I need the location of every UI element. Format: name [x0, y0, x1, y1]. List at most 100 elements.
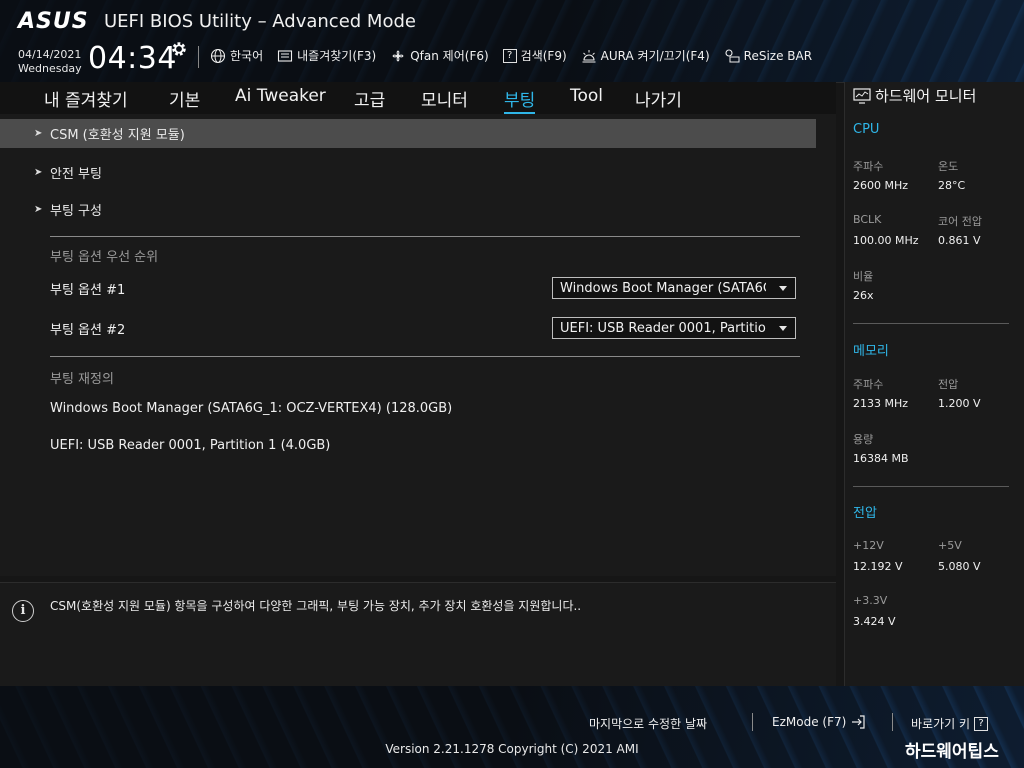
search-label: 검색(F9) [520, 49, 567, 63]
language-label: 한국어 [230, 49, 264, 63]
submenu-arrow-icon: ➤ [34, 167, 43, 178]
search-help-icon: ? [502, 48, 517, 63]
voltage-5v-value: 5.080 V [938, 560, 981, 573]
cpu-heading: CPU [853, 122, 880, 137]
favorites-label: 내즐겨찾기(F3) [297, 49, 377, 63]
info-icon: i [12, 600, 34, 622]
version-copyright: Version 2.21.1278 Copyright (C) 2021 AMI [385, 742, 639, 756]
aura-button[interactable]: AURA 켜기/끄기(F4) [581, 47, 710, 64]
toolbar: 한국어 내즐겨찾기(F3) Qfan 제어(F6) ? 검색(F9) AURA … [210, 47, 812, 64]
bclk-label: BCLK [853, 213, 882, 226]
menu-item-csm[interactable]: ➤ CSM (호환성 지원 모듈) [0, 119, 816, 148]
header-bar: ASUS UEFI BIOS Utility – Advanced Mode 0… [0, 0, 1024, 83]
core-voltage-value: 0.861 V [938, 234, 981, 247]
memory-voltage-label: 전압 [938, 378, 959, 391]
boot-override-usb[interactable]: UEFI: USB Reader 0001, Partition 1 (4.0G… [50, 438, 330, 453]
resize-bar-button[interactable]: ReSize BAR [724, 47, 812, 64]
help-text: CSM(호환성 지원 모듈) 항목을 구성하여 다양한 그래픽, 부팅 가능 장… [50, 599, 582, 613]
boot-option-1-value: Windows Boot Manager (SATA6G [560, 281, 766, 296]
help-description-panel: i CSM(호환성 지원 모듈) 항목을 구성하여 다양한 그래픽, 부팅 가능… [0, 582, 836, 687]
ezmode-button[interactable]: EzMode (F7) [772, 715, 866, 729]
resize-bar-label: ReSize BAR [743, 48, 813, 63]
main-nav: 내 즐겨찾기 기본 Ai Tweaker 고급 모니터 부팅 Tool 나가기 [0, 82, 836, 114]
hotkeys-label: 바로가기 키 [911, 717, 971, 731]
section-divider [50, 236, 800, 237]
cpu-temperature-value: 28°C [938, 179, 966, 192]
ratio-label: 비율 [853, 270, 874, 283]
core-voltage-label: 코어 전압 [938, 215, 982, 228]
qfan-label: Qfan 제어(F6) [410, 49, 489, 63]
hotkeys-button[interactable]: 바로가기 키 ? [911, 715, 989, 732]
section-divider [50, 356, 800, 357]
dropdown-caret-icon [779, 286, 787, 291]
memory-frequency-label: 주파수 [853, 378, 884, 391]
footer-separator [892, 713, 893, 731]
menu-item-label: CSM (호환성 지원 모듈) [50, 128, 185, 143]
boot-settings-panel: ➤ CSM (호환성 지원 모듈) ➤ 안전 부팅 ➤ 부팅 구성 부팅 옵션 … [0, 114, 836, 576]
voltage-12v-value: 12.192 V [853, 560, 903, 573]
tab-exit[interactable]: 나가기 [635, 86, 682, 111]
menu-item-secure-boot[interactable]: ➤ 안전 부팅 [0, 158, 816, 187]
hw-divider [853, 323, 1009, 324]
favorites-icon [278, 49, 293, 62]
gear-icon[interactable] [170, 40, 188, 58]
submenu-arrow-icon: ➤ [34, 128, 43, 139]
voltage-12v-label: +12V [853, 539, 884, 552]
hw-divider [853, 486, 1009, 487]
memory-capacity-value: 16384 MB [853, 452, 909, 465]
boot-override-windows[interactable]: Windows Boot Manager (SATA6G_1: OCZ-VERT… [50, 401, 452, 416]
aura-light-icon [582, 49, 596, 62]
date-display[interactable]: 04/14/2021 Wednesday [18, 48, 82, 76]
exit-arrow-icon [852, 715, 865, 729]
tab-my-favorites[interactable]: 내 즐겨찾기 [44, 86, 128, 111]
tab-advanced[interactable]: 고급 [354, 86, 385, 111]
menu-item-label: 부팅 구성 [50, 204, 102, 219]
memory-voltage-value: 1.200 V [938, 397, 981, 410]
boot-option-2-select[interactable]: UEFI: USB Reader 0001, Partitio [552, 317, 796, 339]
boot-option-2-label: 부팅 옵션 #2 [50, 323, 126, 338]
date-text: 04/14/2021 [18, 48, 82, 61]
voltage-3v3-value: 3.424 V [853, 615, 896, 628]
language-button[interactable]: 한국어 [210, 47, 263, 64]
cpu-temperature-label: 온도 [938, 160, 959, 173]
help-question-icon: ? [974, 716, 989, 731]
search-button[interactable]: ? 검색(F9) [502, 47, 567, 64]
monitor-icon [853, 87, 871, 104]
hardware-monitor-label: 하드웨어 모니터 [875, 87, 977, 105]
submenu-arrow-icon: ➤ [34, 204, 43, 215]
menu-item-boot-configuration[interactable]: ➤ 부팅 구성 [0, 195, 816, 224]
memory-capacity-label: 용량 [853, 433, 874, 446]
cpu-frequency-value: 2600 MHz [853, 179, 909, 192]
tab-monitor[interactable]: 모니터 [421, 86, 468, 111]
clock-time[interactable]: 04:34 [88, 41, 177, 76]
asus-logo: ASUS [18, 9, 89, 34]
tab-boot[interactable]: 부팅 [504, 86, 536, 114]
tab-tool[interactable]: Tool [570, 86, 603, 106]
fan-icon [392, 50, 404, 61]
voltage-heading: 전압 [853, 506, 877, 521]
qfan-button[interactable]: Qfan 제어(F6) [390, 47, 489, 64]
voltage-5v-label: +5V [938, 539, 962, 552]
memory-heading: 메모리 [853, 344, 889, 359]
voltage-3v3-label: +3.3V [853, 594, 888, 607]
memory-frequency-value: 2133 MHz [853, 397, 909, 410]
watermark-text: 하드웨어팁스 [905, 742, 999, 762]
favorites-button[interactable]: 내즐겨찾기(F3) [277, 47, 376, 64]
boot-option-1-select[interactable]: Windows Boot Manager (SATA6G [552, 277, 796, 299]
menu-item-label: 안전 부팅 [50, 167, 102, 182]
weekday-text: Wednesday [18, 62, 82, 75]
app-title: UEFI BIOS Utility – Advanced Mode [104, 11, 416, 32]
last-modified-button[interactable]: 마지막으로 수정한 날짜 [589, 715, 707, 732]
boot-priority-heading: 부팅 옵션 우선 순위 [50, 250, 159, 265]
globe-icon [210, 48, 226, 63]
dropdown-caret-icon [779, 326, 787, 331]
footer-separator [752, 713, 753, 731]
boot-override-heading: 부팅 재정의 [50, 372, 114, 387]
boot-option-1-label: 부팅 옵션 #1 [50, 283, 126, 298]
tab-ai-tweaker[interactable]: Ai Tweaker [235, 86, 326, 106]
aura-label: AURA 켜기/끄기(F4) [600, 49, 710, 63]
boot-option-2-value: UEFI: USB Reader 0001, Partitio [560, 321, 766, 336]
tab-main[interactable]: 기본 [169, 86, 200, 111]
resize-bar-icon [725, 48, 740, 62]
hardware-monitor-panel: 하드웨어 모니터 CPU 주파수 온도 2600 MHz 28°C BCLK 코… [844, 82, 1024, 686]
